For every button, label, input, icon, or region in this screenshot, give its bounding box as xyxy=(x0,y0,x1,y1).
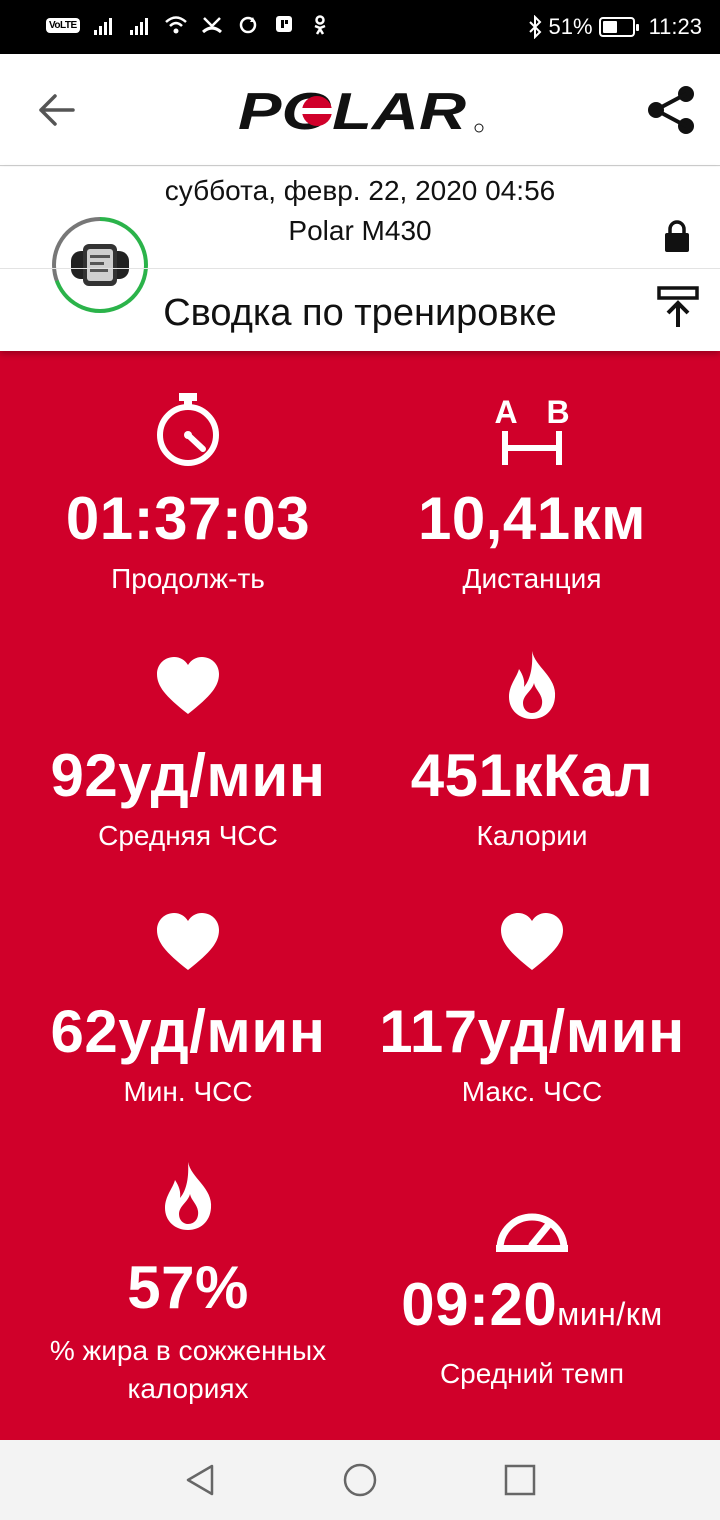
metrics-panel: 01:37:03 Продолж-ть A B 10,41км Дистанци… xyxy=(0,351,720,1440)
metric-distance: A B 10,41км Дистанция xyxy=(352,391,712,597)
volte-icon: VoLTE xyxy=(46,17,80,33)
nav-recents-icon[interactable] xyxy=(500,1460,540,1500)
heart-icon xyxy=(157,913,219,970)
avg-pace-number: 09:20 xyxy=(401,1271,558,1338)
avg-pace-label: Средний темп xyxy=(439,1358,625,1389)
fat-percent-label-line1: % жира в сожженных xyxy=(49,1335,327,1366)
duration-value: 01:37:03 xyxy=(65,485,311,552)
nav-back-icon[interactable] xyxy=(180,1460,220,1500)
signal-icon xyxy=(93,18,112,35)
stopwatch-icon xyxy=(157,393,219,466)
duration-label: Продолж-ть xyxy=(111,563,265,594)
status-bar: VoLTE 51% 11:23 xyxy=(0,0,720,54)
max-hr-number: 117 xyxy=(379,998,478,1065)
fat-percent-value: 57% xyxy=(127,1254,249,1321)
status-right-icons: 51% 11:23 xyxy=(527,14,702,40)
distance-number: 10,41 xyxy=(417,485,571,552)
odnoklassniki-icon xyxy=(314,15,326,35)
flame-icon xyxy=(509,651,556,719)
avg-pace-unit: мин/км xyxy=(557,1296,663,1332)
metric-duration: 01:37:03 Продолж-ть xyxy=(8,391,368,597)
distance-ab-icon: A B xyxy=(494,394,570,465)
divider xyxy=(0,268,720,269)
min-hr-unit: уд/мин xyxy=(118,998,326,1065)
distance-unit: км xyxy=(570,485,647,552)
distance-icon-a: A xyxy=(494,394,517,430)
battery-fill xyxy=(602,21,617,33)
summary-title: Сводка по тренировке xyxy=(163,292,557,334)
arrow-back-icon xyxy=(39,94,75,126)
avg-hr-label: Средняя ЧСС xyxy=(98,820,278,851)
avg-hr-value: 92уд/мин xyxy=(8,746,368,806)
fat-percent-label-line2: калориях xyxy=(127,1373,249,1404)
calories-number: 451 xyxy=(410,742,513,809)
watch-icon xyxy=(71,244,129,286)
export-icon[interactable] xyxy=(656,285,700,329)
app-bar: POLAR xyxy=(0,54,720,166)
missed-call-icon xyxy=(201,17,222,34)
flame-icon xyxy=(165,1162,212,1230)
metric-avg-pace: 09:20мин/км Средний темп xyxy=(352,1201,712,1392)
min-hr-number: 62 xyxy=(50,998,119,1065)
status-left-icons: VoLTE xyxy=(46,14,332,36)
speedometer-icon xyxy=(496,1213,568,1252)
signal-icon-2 xyxy=(129,18,148,35)
min-hr-label: Мин. ЧСС xyxy=(123,1076,253,1107)
calories-value: 451кКал xyxy=(352,746,712,806)
share-icon xyxy=(648,86,694,134)
max-hr-unit: уд/мин xyxy=(477,998,685,1065)
session-date: суббота, февр. 22, 2020 04:56 xyxy=(164,175,556,206)
sync-icon xyxy=(239,16,256,34)
max-hr-value: 117уд/мин xyxy=(352,1002,712,1062)
avg-pace-value: 09:20мин/км xyxy=(352,1275,712,1344)
metric-calories: 451кКал Калории xyxy=(352,649,712,854)
avg-hr-number: 92 xyxy=(50,742,119,809)
system-nav-bar xyxy=(0,1440,720,1520)
lock-icon xyxy=(665,220,689,252)
battery-icon xyxy=(598,17,639,37)
distance-label: Дистанция xyxy=(462,563,602,594)
metric-min-hr: 62уд/мин Мин. ЧСС xyxy=(8,912,368,1110)
heart-icon xyxy=(501,913,563,970)
avg-hr-unit: уд/мин xyxy=(118,742,326,809)
distance-icon-b: B xyxy=(546,394,569,430)
metric-fat-percent: 57% % жира в сожженных калориях xyxy=(8,1160,368,1408)
distance-value: 10,41км xyxy=(352,489,712,549)
calories-unit: кКал xyxy=(512,742,654,809)
back-button[interactable] xyxy=(30,84,82,136)
calories-label: Калории xyxy=(476,820,588,851)
share-button[interactable] xyxy=(642,82,702,138)
fat-percent-label: % жира в сожженных калориях xyxy=(8,1332,368,1408)
clock: 11:23 xyxy=(648,14,702,39)
max-hr-label: Макс. ЧСС xyxy=(461,1076,603,1107)
app-notification-icon xyxy=(275,16,292,32)
min-hr-value: 62уд/мин xyxy=(8,1002,368,1062)
session-header: суббота, февр. 22, 2020 04:56 Polar M430… xyxy=(0,167,720,351)
metric-avg-hr: 92уд/мин Средняя ЧСС xyxy=(8,656,368,854)
heart-icon xyxy=(157,657,219,714)
polar-logo: POLAR xyxy=(238,84,484,138)
nav-home-icon[interactable] xyxy=(340,1460,380,1500)
polar-logo-text: POLAR xyxy=(238,84,467,138)
metric-max-hr: 117уд/мин Макс. ЧСС xyxy=(352,912,712,1110)
bluetooth-icon xyxy=(528,15,541,39)
wifi-icon xyxy=(164,16,187,34)
battery-percent: 51% xyxy=(548,14,593,39)
